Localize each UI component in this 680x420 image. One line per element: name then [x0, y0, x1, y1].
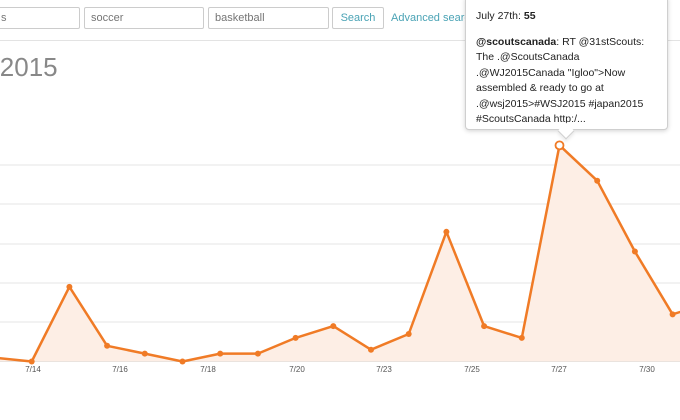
x-tick-label: 7/18 [200, 365, 216, 374]
data-point[interactable] [179, 358, 186, 365]
data-point[interactable] [631, 248, 638, 255]
tooltip-date: July 27th: [476, 10, 521, 22]
data-point[interactable] [594, 177, 601, 184]
tooltip-count: 55 [523, 10, 536, 22]
data-point[interactable] [28, 358, 35, 365]
data-point[interactable] [330, 323, 337, 330]
data-tooltip: July 27th: 55 @scoutscanada: RT @31stSco… [465, 0, 668, 130]
data-point[interactable] [669, 311, 676, 318]
data-point[interactable] [141, 350, 148, 357]
x-tick-label: 7/14 [25, 365, 41, 374]
x-axis-ticks: 7/14 7/16 7/18 7/20 7/23 7/25 7/27 7/30 [25, 365, 655, 374]
x-tick-label: 7/25 [464, 365, 480, 374]
x-tick-label: 7/30 [639, 365, 655, 374]
highlighted-data-point[interactable] [554, 140, 565, 151]
data-point[interactable] [254, 350, 261, 357]
x-tick-label: 7/16 [112, 365, 128, 374]
data-point[interactable] [66, 283, 73, 290]
tooltip-header: July 27th: 55 [476, 9, 657, 25]
data-point[interactable] [217, 350, 224, 357]
tooltip-tweet-text: : RT @31stScouts: The .@ScoutsCanada .@W… [476, 35, 645, 126]
data-point[interactable] [518, 334, 525, 341]
x-tick-label: 7/23 [376, 365, 392, 374]
data-point[interactable] [292, 334, 299, 341]
x-tick-label: 7/27 [551, 365, 567, 374]
data-point[interactable] [104, 342, 111, 349]
data-point[interactable] [368, 346, 374, 353]
data-point[interactable] [443, 228, 450, 235]
data-point[interactable] [405, 330, 412, 337]
x-tick-label: 7/20 [289, 365, 305, 374]
data-point[interactable] [481, 323, 488, 330]
tooltip-username: @scoutscanada [476, 35, 557, 48]
tooltip-tweet: @scoutscanada: RT @31stScouts: The .@Sco… [476, 35, 657, 128]
